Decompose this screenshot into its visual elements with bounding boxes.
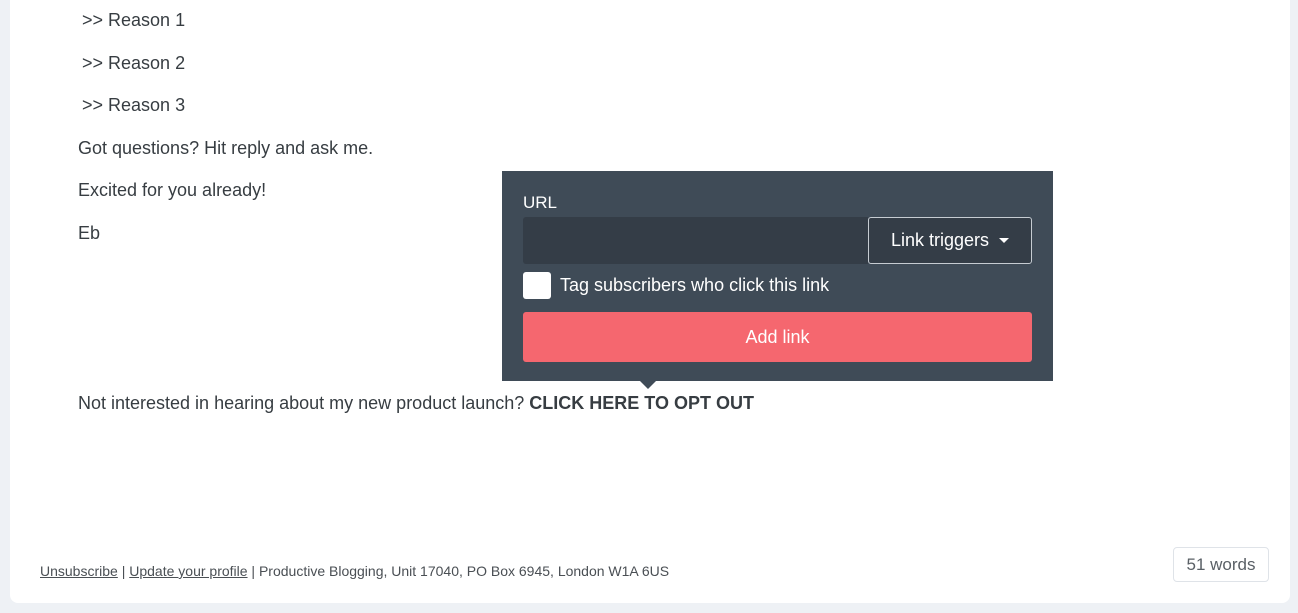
tag-subscribers-label[interactable]: Tag subscribers who click this link [560,275,829,296]
footer-separator: | [117,563,130,579]
popover-pointer [640,381,656,389]
link-popover: URL Link triggers Tag subscribers who cl… [502,171,1053,389]
opt-out-link[interactable]: CLICK HERE TO OPT OUT [529,393,754,413]
opt-out-paragraph[interactable]: Not interested in hearing about my new p… [78,392,754,414]
update-profile-link[interactable]: Update your profile [129,563,247,579]
opt-out-text: Not interested in hearing about my new p… [78,393,525,413]
footer-address: Productive Blogging, Unit 17040, PO Box … [258,563,670,579]
url-label: URL [523,193,558,212]
reason-line-2[interactable]: >> Reason 2 [82,52,185,74]
reason-line-3[interactable]: >> Reason 3 [82,94,185,116]
caret-down-icon [999,238,1010,243]
tag-subscribers-checkbox[interactable] [523,272,551,299]
add-link-button[interactable]: Add link [523,312,1032,362]
reason-line-1[interactable]: >> Reason 1 [82,9,185,31]
footer-separator: | [247,563,259,579]
link-triggers-dropdown[interactable]: Link triggers [868,217,1032,264]
email-footer: Unsubscribe | Update your profile | Prod… [40,563,669,579]
unsubscribe-link[interactable]: Unsubscribe [40,563,118,579]
questions-paragraph[interactable]: Got questions? Hit reply and ask me. [78,137,373,159]
link-triggers-label: Link triggers [890,230,990,250]
signature-paragraph[interactable]: Eb [78,222,100,244]
url-input[interactable] [523,217,868,264]
word-count-badge: 51 words [1173,547,1269,582]
excited-paragraph[interactable]: Excited for you already! [78,179,266,201]
